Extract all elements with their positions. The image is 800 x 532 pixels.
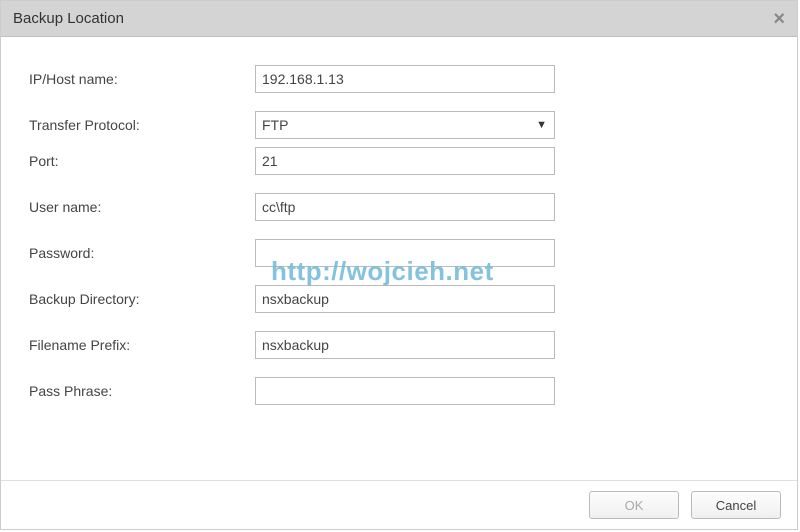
ok-button[interactable]: OK: [589, 491, 679, 519]
username-label: User name:: [29, 199, 255, 215]
passphrase-label: Pass Phrase:: [29, 383, 255, 399]
filename-prefix-input[interactable]: [255, 331, 555, 359]
protocol-label: Transfer Protocol:: [29, 117, 255, 133]
password-label: Password:: [29, 245, 255, 261]
row-backup-directory: Backup Directory:: [29, 285, 769, 313]
titlebar: Backup Location ×: [1, 1, 797, 37]
port-label: Port:: [29, 153, 255, 169]
divider: [1, 480, 797, 481]
username-input[interactable]: [255, 193, 555, 221]
row-protocol: Transfer Protocol: FTP ▼: [29, 111, 769, 139]
close-icon[interactable]: ×: [773, 9, 785, 29]
backup-directory-label: Backup Directory:: [29, 291, 255, 307]
row-port: Port:: [29, 147, 769, 175]
password-input[interactable]: [255, 239, 555, 267]
row-passphrase: Pass Phrase:: [29, 377, 769, 405]
passphrase-input[interactable]: [255, 377, 555, 405]
ip-host-input[interactable]: [255, 65, 555, 93]
row-filename-prefix: Filename Prefix:: [29, 331, 769, 359]
cancel-button[interactable]: Cancel: [691, 491, 781, 519]
row-ip-host: IP/Host name:: [29, 65, 769, 93]
row-password: Password:: [29, 239, 769, 267]
filename-prefix-label: Filename Prefix:: [29, 337, 255, 353]
backup-location-dialog: Backup Location × IP/Host name: Transfer…: [0, 0, 798, 530]
button-bar: OK Cancel: [589, 491, 781, 519]
protocol-select-wrapper: FTP ▼: [255, 111, 555, 139]
protocol-select[interactable]: FTP: [255, 111, 555, 139]
dialog-title: Backup Location: [13, 10, 124, 27]
form-body: IP/Host name: Transfer Protocol: FTP ▼ P…: [1, 37, 797, 433]
ip-host-label: IP/Host name:: [29, 71, 255, 87]
backup-directory-input[interactable]: [255, 285, 555, 313]
port-input[interactable]: [255, 147, 555, 175]
row-username: User name:: [29, 193, 769, 221]
